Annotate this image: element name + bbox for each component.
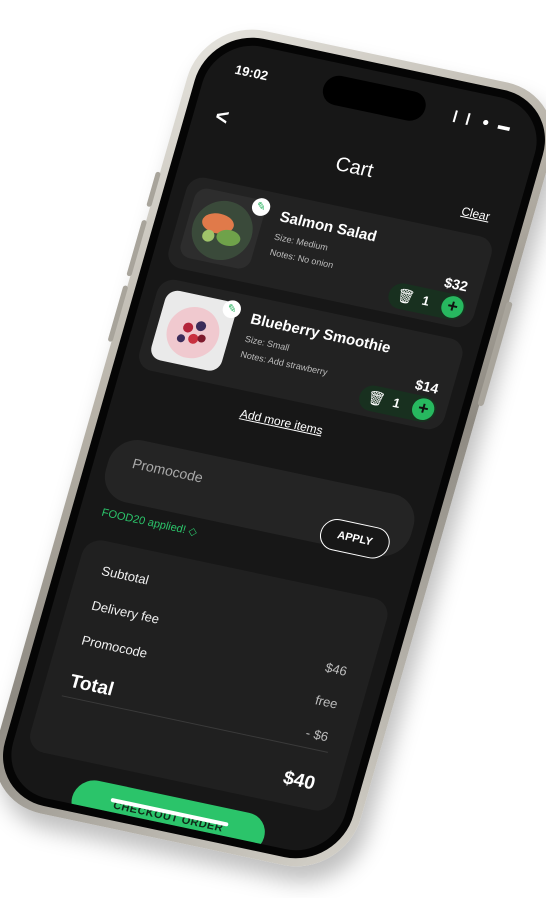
promocode-value: - $6 bbox=[304, 725, 331, 745]
item-size: Size: Small bbox=[243, 333, 291, 353]
plus-icon[interactable]: + bbox=[409, 396, 437, 423]
trash-icon[interactable]: 🗑 bbox=[394, 286, 417, 306]
blueberry-smoothie-image bbox=[148, 288, 239, 373]
item-name: Blueberry Smoothie bbox=[248, 310, 393, 357]
order-summary: Subtotal Delivery fee Promocode Total $4… bbox=[25, 536, 392, 814]
promocode-input[interactable]: Promocode bbox=[131, 455, 205, 485]
item-price: $32 bbox=[442, 274, 470, 295]
item-price: $14 bbox=[413, 376, 441, 397]
plus-icon[interactable]: + bbox=[438, 294, 467, 320]
scene: 19:02 ❙❙ ● ▬ < Cart Clear ✎ Salmon Salad bbox=[0, 0, 546, 898]
item-notes: Notes: Add strawberry bbox=[239, 349, 329, 378]
summary-divider bbox=[61, 695, 329, 753]
salmon-salad-image bbox=[177, 186, 268, 271]
total-value: $40 bbox=[280, 767, 318, 795]
status-time: 19:02 bbox=[233, 61, 270, 84]
status-icons: ❙❙ ● ▬ bbox=[448, 107, 516, 135]
apply-button[interactable]: APPLY bbox=[316, 516, 394, 562]
phone-mockup: 19:02 ❙❙ ● ▬ < Cart Clear ✎ Salmon Salad bbox=[0, 18, 546, 878]
promocode-field[interactable]: Promocode APPLY bbox=[98, 434, 422, 562]
quantity-value: 1 bbox=[420, 292, 432, 309]
trash-icon[interactable]: 🗑 bbox=[365, 389, 387, 409]
total-label: Total bbox=[67, 671, 117, 701]
dynamic-island bbox=[319, 72, 430, 124]
quantity-value: 1 bbox=[390, 395, 403, 411]
subtotal-value: $46 bbox=[323, 659, 349, 679]
delivery-fee-value: free bbox=[313, 692, 340, 712]
